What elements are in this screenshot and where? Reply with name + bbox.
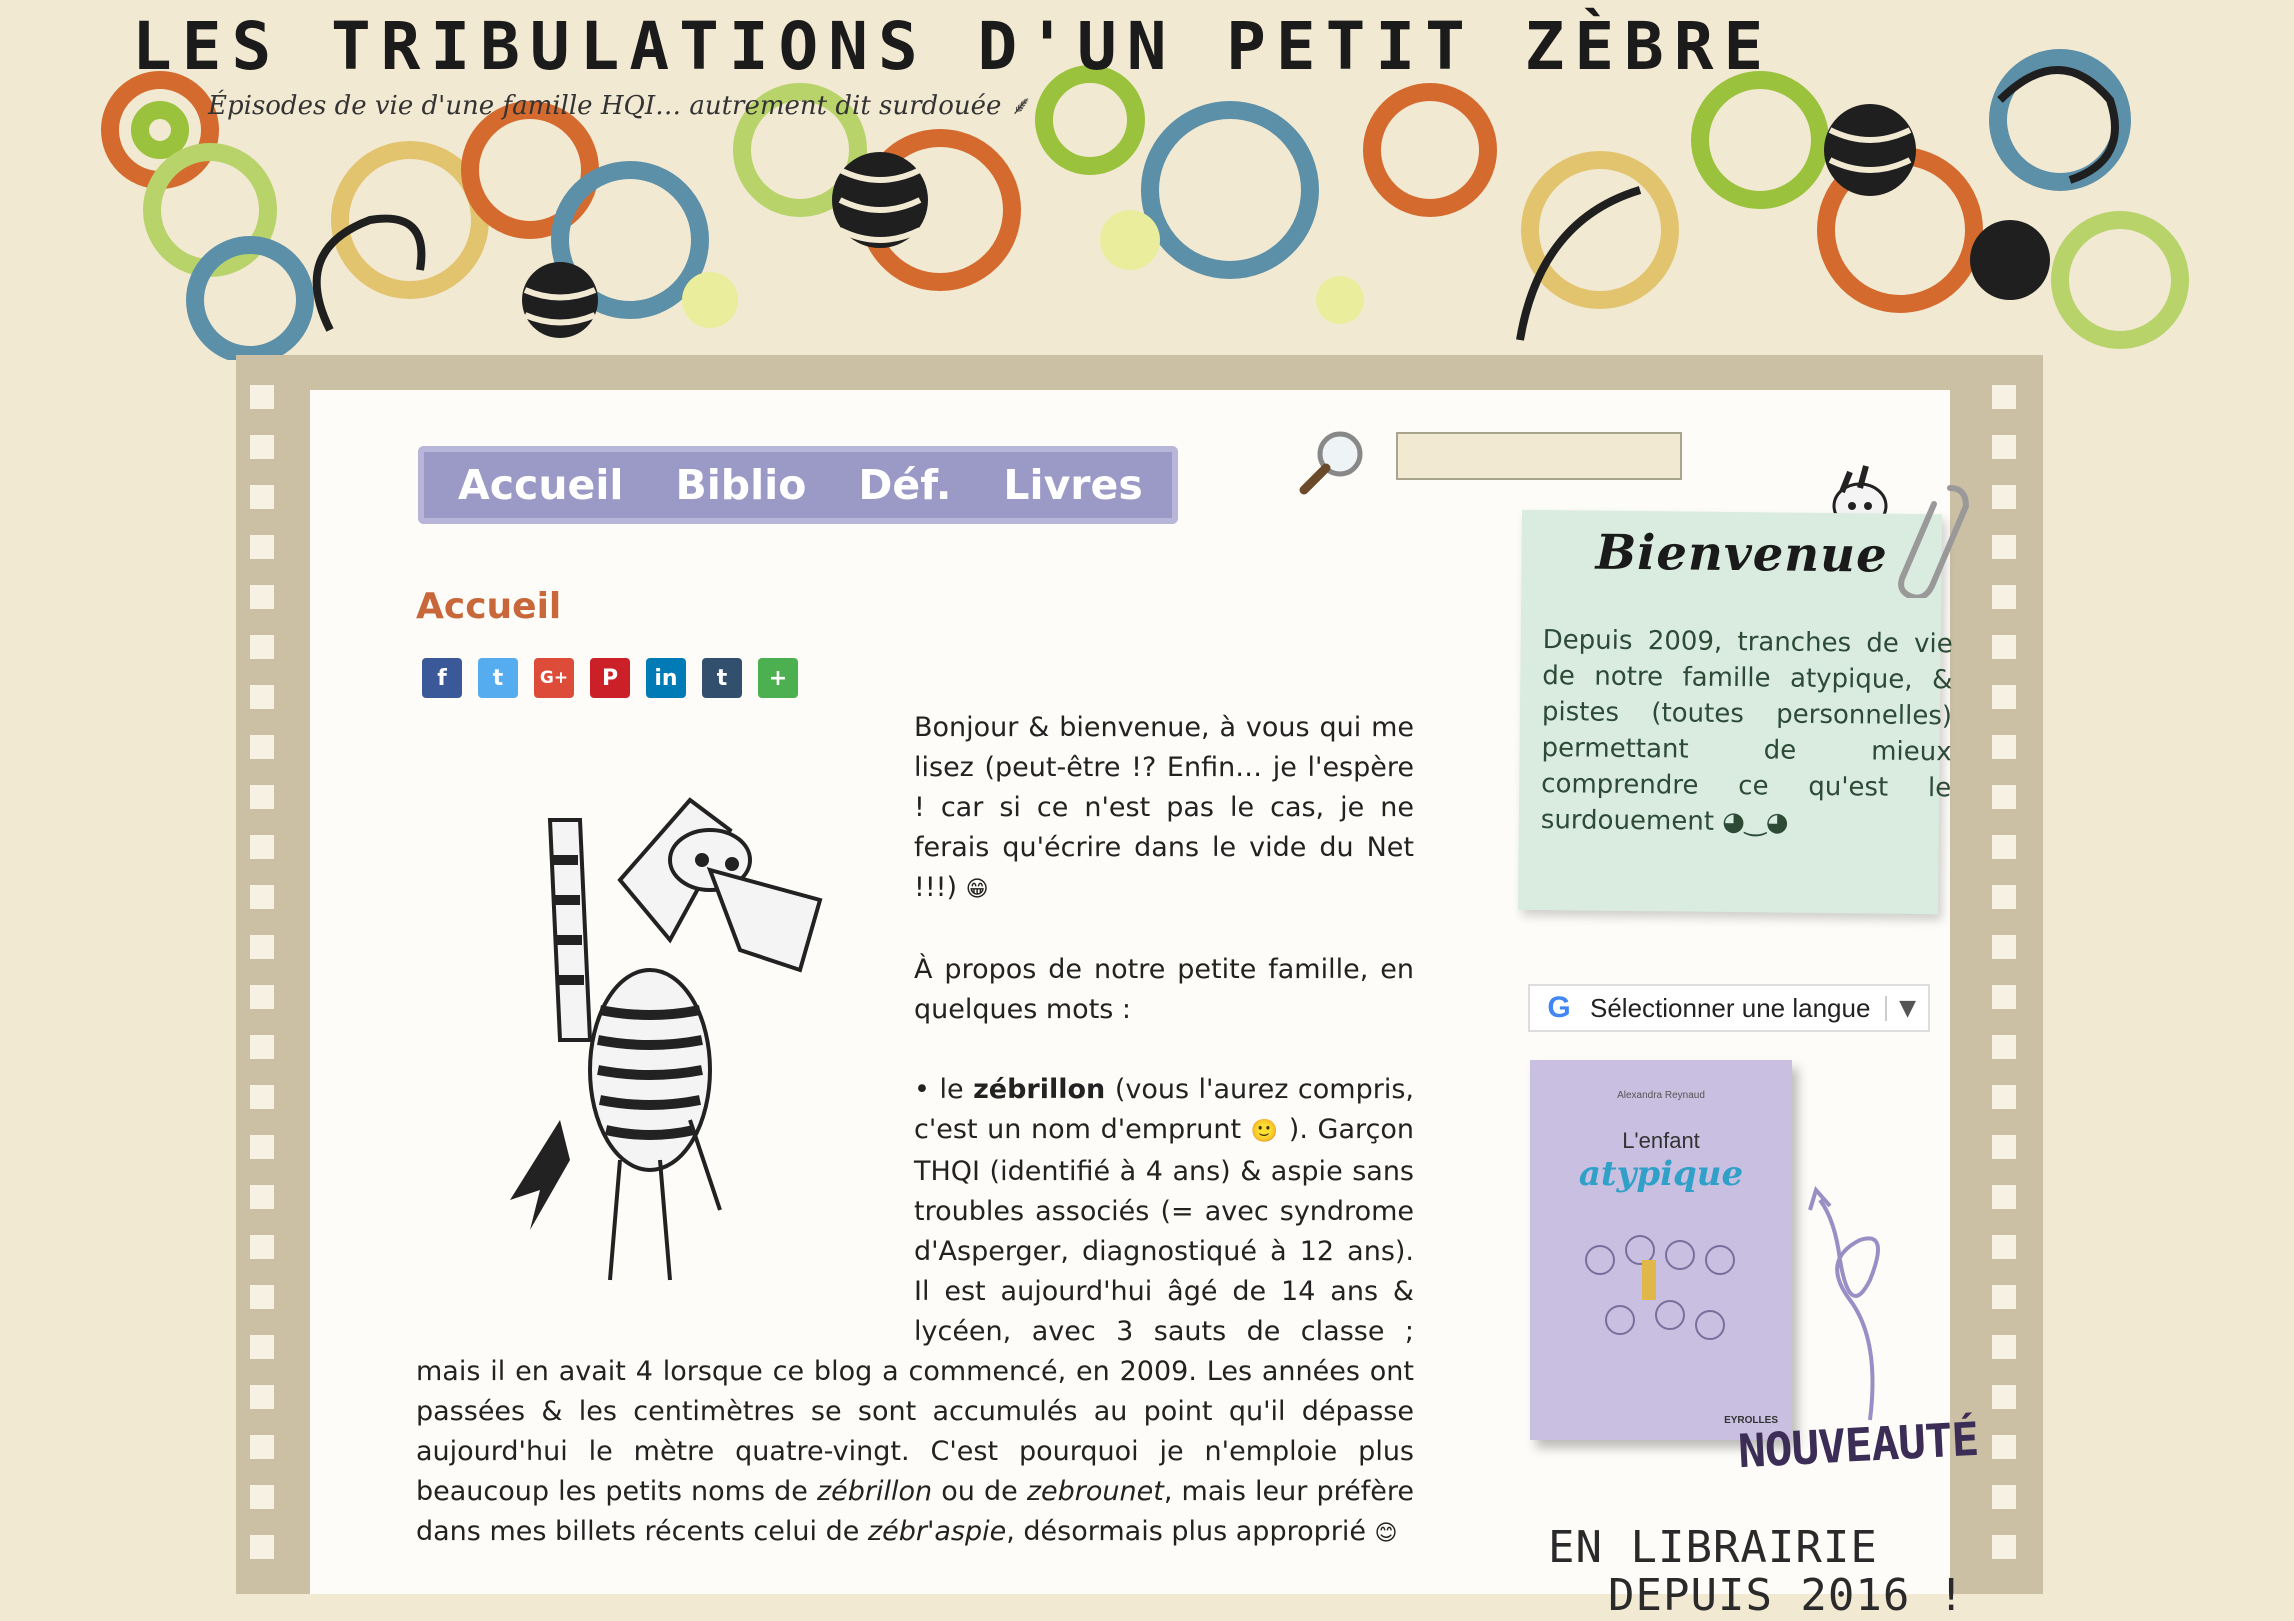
- illustration-spacer: [416, 708, 914, 1326]
- language-select-label: Sélectionner une langue: [1590, 992, 1871, 1023]
- linkedin-icon[interactable]: in: [646, 658, 686, 698]
- blog-title[interactable]: LES TRIBULATIONS D'UN PETIT ZÈBRE: [132, 8, 1773, 85]
- google-plus-icon[interactable]: G+: [534, 658, 574, 698]
- welcome-title: Bienvenue: [1595, 524, 1888, 584]
- language-select[interactable]: G Sélectionner une langue ▼: [1528, 984, 1930, 1032]
- happy-emoji: 😊: [1374, 1521, 1398, 1546]
- chevron-down-icon: ▼: [1885, 995, 1916, 1021]
- book-cover[interactable]: Alexandra Reynaud L'enfant atypique EYRO…: [1530, 1060, 1792, 1440]
- smile-emoji: 🙂: [1250, 1119, 1280, 1144]
- facebook-icon[interactable]: f: [422, 658, 462, 698]
- article-body: Bonjour & bienvenue, à vous qui me lisez…: [416, 708, 1414, 1594]
- main-nav: Accueil Biblio Déf. Livres: [418, 446, 1178, 524]
- nav-item-biblio[interactable]: Biblio: [675, 461, 806, 509]
- more-icon[interactable]: +: [758, 658, 798, 698]
- welcome-text: Depuis 2009, tranches de vie de notre fa…: [1540, 625, 1953, 838]
- book-illustration: [1585, 1235, 1735, 1340]
- curly-arrow-icon: [1808, 1185, 1880, 1421]
- share-bar: f t G+ P in t +: [422, 658, 798, 698]
- pinterest-icon[interactable]: P: [590, 658, 630, 698]
- blog-header: LES TRIBULATIONS D'UN PETIT ZÈBRE Épisod…: [0, 0, 2294, 360]
- search-icon[interactable]: [1296, 424, 1372, 500]
- page-title: Accueil: [416, 586, 562, 627]
- tumblr-icon[interactable]: t: [702, 658, 742, 698]
- en-librairie-label: EN LIBRAIRIE: [1548, 1522, 1878, 1573]
- search-input[interactable]: [1396, 432, 1682, 480]
- depuis-label: DEPUIS 2016 !: [1608, 1570, 1966, 1621]
- blog-subtitle: Épisodes de vie d'une famille HQI… autre…: [208, 91, 1030, 121]
- google-icon: G: [1547, 991, 1571, 1024]
- nav-item-def[interactable]: Déf.: [858, 461, 951, 509]
- nav-item-accueil[interactable]: Accueil: [458, 461, 623, 509]
- welcome-note: Bienvenue Depuis 2009, tranches de vie d…: [1517, 509, 1953, 915]
- paperclip-icon: [1898, 485, 1970, 598]
- nav-item-livres[interactable]: Livres: [1003, 461, 1142, 509]
- grin-emoji: 😁: [965, 877, 989, 902]
- twitter-icon[interactable]: t: [478, 658, 518, 698]
